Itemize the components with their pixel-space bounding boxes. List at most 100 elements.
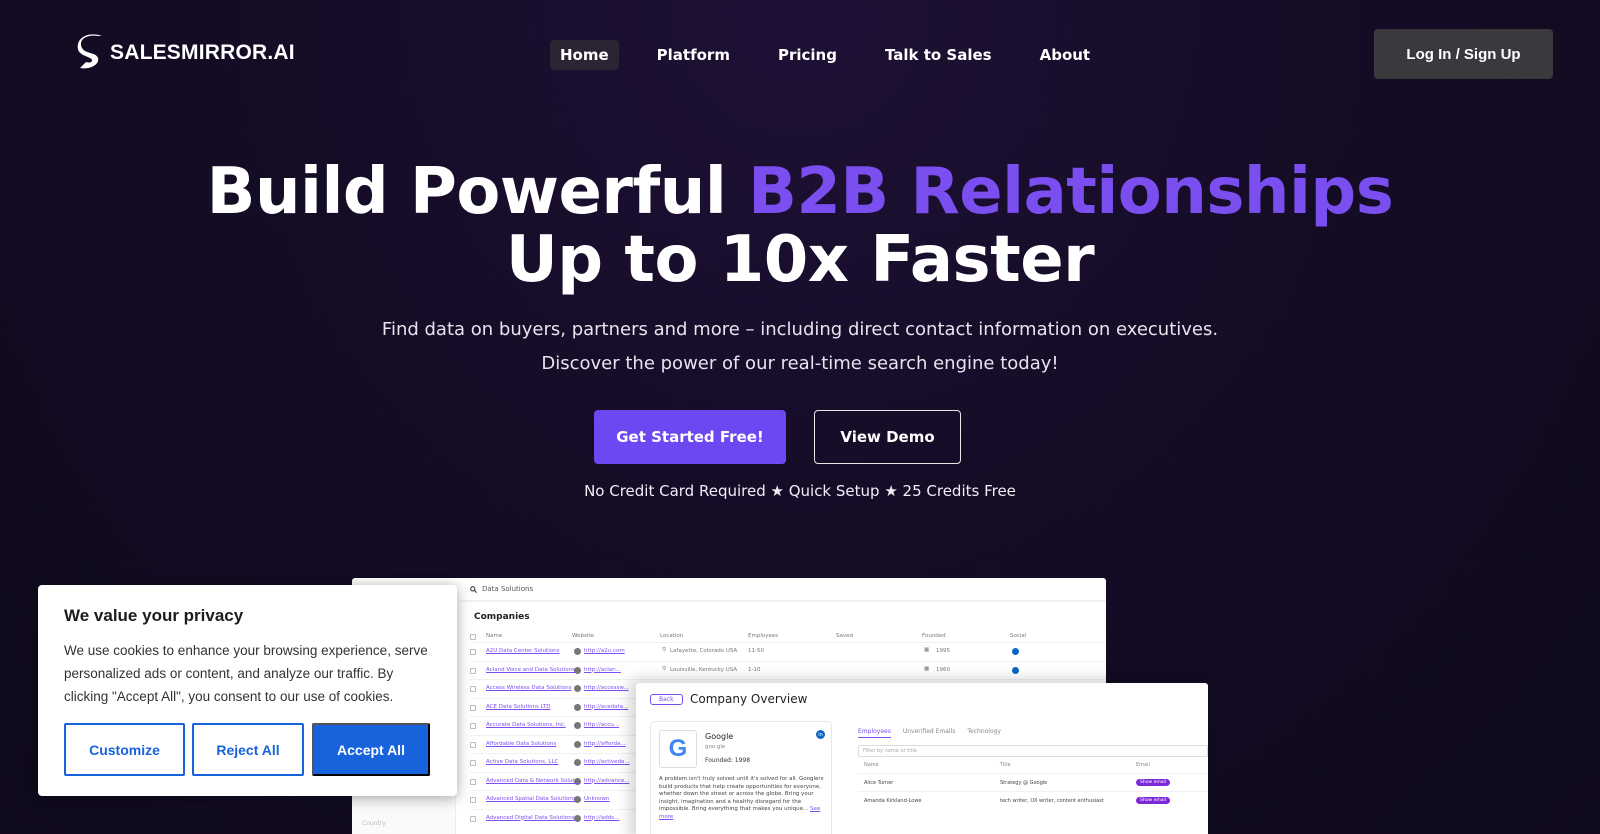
globe-icon [574,722,581,729]
globe-icon [574,648,581,655]
brand-logo[interactable]: SALESMIRROR.AI [76,34,295,72]
tab-employees: Employees [858,728,891,738]
location-pin-icon: ⚲ [662,647,667,653]
calendar-icon: ▦ [924,665,930,672]
company-description-text: A problem isn't truly solved until it's … [659,776,824,812]
globe-icon [574,814,581,822]
mock-row-checkbox [470,649,476,655]
get-started-button[interactable]: Get Started Free! [594,410,786,464]
mock-row-checkbox [470,741,476,748]
cookie-body: We use cookies to enhance your browsing … [64,643,428,704]
tab-unverified-emails: Unverified Emails [902,728,956,735]
view-demo-button[interactable]: View Demo [814,410,961,464]
overview-title: Company Overview [690,692,808,706]
cookie-consent-banner: We value your privacy We use cookies to … [38,585,457,796]
cookie-title: We value your privacy [64,606,244,625]
mock-cell-website: http://advance... [584,777,630,784]
mock-cell-website: http://afforda... [584,740,626,747]
hero-perks: No Credit Card Required ★ Quick Setup ★ … [584,482,1016,500]
linkedin-icon [1012,648,1019,655]
linkedin-icon: in [816,730,825,739]
mock-row-checkbox [470,778,476,785]
mock-row-checkbox [470,797,476,803]
mock-cell-website: http://activeda... [584,759,630,765]
google-logo-icon: G [659,730,697,768]
mock-search-text: Data Solutions [482,585,534,593]
mock-sidebar-label: Country [362,820,386,827]
hero-title-accent: B2B Relationships [748,155,1394,229]
globe-icon [574,703,581,711]
mock-cell-name: A2U Data Center Solutions [486,648,560,654]
mock-divider [460,600,1106,603]
employee-title: tech writer, UX writer, content enthusia… [1000,798,1104,804]
nav-platform[interactable]: Platform [647,40,740,70]
employee-name: Alice Turner [864,780,894,786]
main-menu: Home Platform Pricing Talk to Sales Abou… [550,40,1128,70]
mock-col-founded: Founded [922,633,946,639]
search-icon [470,585,477,593]
cookie-reject-button[interactable]: Reject All [192,723,304,776]
employee-row: Amanda Kirkland-Lowe tech writer, UX wri… [858,791,1208,809]
logo-s-icon [77,34,102,69]
hero-title-line2: Up to 10x Faster [505,223,1095,297]
linkedin-icon [1012,666,1019,674]
mock-row-checkbox [470,686,476,692]
mock-cell-website: Unknown [584,796,610,802]
brand-name: SALESMIRROR.AI [110,41,295,64]
mock-cell-founded: 1995 [936,648,950,654]
mock-table-row: A2U Data Center Solutions http://a2u.com L… [470,642,1106,660]
mock-cell-name: ACE Data Solutions LTD [486,703,551,710]
mock-row-checkbox [470,723,476,729]
mock-cell-name: Accurate Data Solutions, Inc. [486,722,566,728]
nav-talk-to-sales[interactable]: Talk to Sales [875,40,1002,70]
nav-about[interactable]: About [1030,40,1101,70]
mock-cell-employees: 11-50 [748,648,764,654]
mock-col-employees: Employees [748,633,779,639]
top-nav: SALESMIRROR.AI Home Platform Pricing Tal… [0,0,1600,110]
company-overview-panel: Back Company Overview G Google goo.gle F… [636,683,1208,834]
tab-technology: Technology [967,728,1001,735]
mock-cell-name: Acland Voice and Data Solutions [486,666,575,673]
mock-cell-website: http://aclan... [584,666,621,673]
globe-icon [574,740,581,748]
mock-row-checkbox [470,667,476,674]
mock-header-checkbox [470,634,476,640]
login-signup-button[interactable]: Log In / Sign Up [1374,29,1553,79]
mock-cell-name: Advanced Spatial Data Solutions [486,796,576,802]
mock-table-row: Acland Voice and Data Solutions http://ac… [470,660,1106,679]
cookie-customize-button[interactable]: Customize [64,723,185,776]
show-email-button: Show email [1136,797,1170,804]
mock-cell-website: http://accu... [584,722,619,728]
mock-cell-location: Louisville, Kentucky USA [670,666,738,673]
mock-cell-name: Active Data Solutions, LLC [486,759,559,765]
mock-row-checkbox [470,760,476,766]
mock-row-checkbox [470,704,476,711]
company-card: G Google goo.gle Founded: 1998 in A prob… [650,721,832,834]
employee-filter-input: Filter by name or title [858,745,1208,757]
mock-cell-website: http://adds... [584,814,620,821]
mock-col-website: Website [572,633,594,639]
mock-cell-employees: 1-10 [748,666,761,673]
calendar-icon: ▦ [924,647,930,653]
mock-col-location: Location [660,633,684,639]
mock-cell-location: Lafayette, Colorado USA [670,648,738,654]
mock-cell-website: http://accessw... [584,685,629,691]
nav-home[interactable]: Home [550,40,619,70]
hero-subtitle-2: Discover the power of our real-time sear… [541,353,1059,374]
mock-companies-title: Companies [474,612,530,622]
mock-search: Data Solutions [470,585,533,593]
mock-col-saved: Saved [836,633,853,639]
mock-cell-name: Access Wireless Data Solutions [486,685,572,691]
employee-name: Amanda Kirkland-Lowe [864,798,922,804]
hero-subtitle-1: Find data on buyers, partners and more –… [381,319,1219,340]
nav-pricing[interactable]: Pricing [768,40,847,70]
company-description: A problem isn't truly solved until it's … [659,776,827,821]
globe-icon [574,666,581,674]
overview-back-button: Back [650,694,683,705]
mock-col-social: Social [1010,633,1027,639]
mock-cell-name: Advanced Digital Data Solutions [486,814,575,821]
emp-col-name: Name [864,762,879,768]
employee-title: Strategy @ Google [1000,780,1048,786]
company-name: Google [705,732,734,741]
cookie-accept-button[interactable]: Accept All [312,723,430,776]
